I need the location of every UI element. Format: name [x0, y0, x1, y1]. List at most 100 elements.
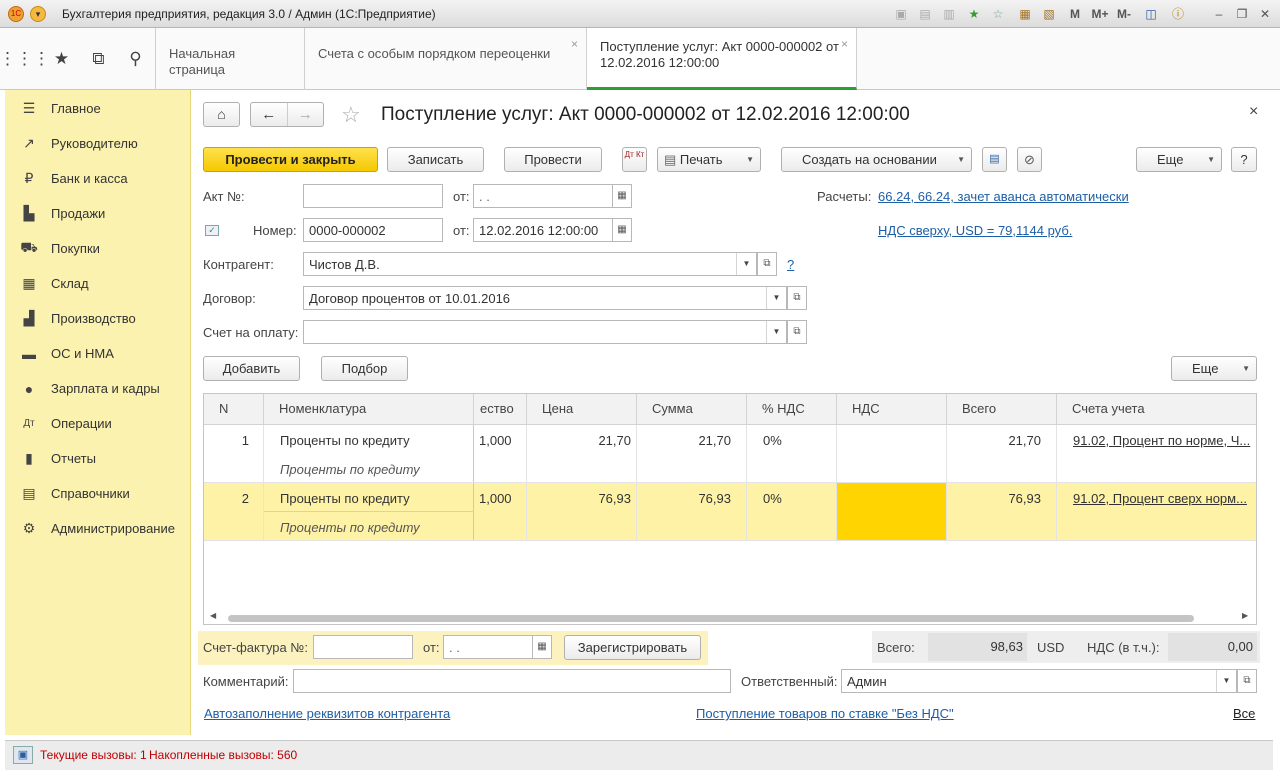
column-header-vat-rate[interactable]: % НДС — [747, 394, 837, 425]
panels-tb-icon[interactable]: ◫ — [1143, 5, 1159, 23]
autofill-link[interactable]: Автозаполнение реквизитов контрагента — [204, 706, 450, 721]
invoice-for-payment-input[interactable]: ▼ — [303, 320, 787, 344]
chevron-down-icon[interactable]: ▼ — [736, 253, 756, 275]
app-menu-icon[interactable]: ▾ — [30, 6, 46, 22]
tab-close-icon[interactable]: × — [571, 36, 578, 52]
info-tb-icon[interactable]: ⓘ — [1170, 5, 1186, 23]
scroll-left-icon[interactable]: ◀ — [210, 611, 216, 620]
1c-logo-icon[interactable]: 1С — [8, 6, 24, 22]
open-responsible-icon[interactable]: ⧉ — [1237, 669, 1257, 693]
sidebar-item-bank[interactable]: ₽ Банк и касса — [5, 161, 191, 196]
search-icon[interactable]: ⚲ — [117, 28, 154, 90]
structure-button[interactable]: ▤ — [982, 147, 1007, 172]
chevron-down-icon[interactable]: ▼ — [1216, 670, 1236, 692]
selection-button[interactable]: Подбор — [321, 356, 408, 381]
favorite-tb-icon[interactable]: ★ — [966, 5, 982, 23]
counterparty-help-link[interactable]: ? — [787, 257, 794, 272]
save-button[interactable]: Записать — [387, 147, 484, 172]
forward-arrow-icon[interactable]: → — [288, 103, 324, 126]
akt-number-input[interactable] — [303, 184, 443, 208]
calendar-icon[interactable]: ▦ — [612, 184, 632, 208]
goods-receipt-link[interactable]: Поступление товаров по ставке "Без НДС" — [696, 706, 954, 721]
sidebar-item-assets[interactable]: ▬ ОС и НМА — [5, 336, 191, 371]
sidebar-item-production[interactable]: ▟ Производство — [5, 301, 191, 336]
column-header-vat[interactable]: НДС — [837, 394, 947, 425]
horizontal-scrollbar[interactable] — [228, 615, 1194, 622]
dt-kt-button[interactable]: Дт Кт — [622, 147, 647, 172]
form-close-icon[interactable]: × — [1249, 103, 1258, 121]
column-header-accounts[interactable]: Счета учета — [1057, 394, 1256, 425]
column-header-quantity[interactable]: ество — [474, 394, 527, 425]
scroll-right-icon[interactable]: ▶ — [1242, 611, 1248, 620]
attachment-button[interactable]: ⊘ — [1017, 147, 1042, 172]
sidebar-item-purchases[interactable]: ⛟ Покупки — [5, 231, 191, 266]
sidebar-item-reports[interactable]: ▮ Отчеты — [5, 441, 191, 476]
home-button[interactable]: ⌂ — [203, 102, 240, 127]
history-icon[interactable]: ⧉ — [80, 28, 117, 90]
restore-button[interactable]: ❐ — [1234, 5, 1250, 23]
chevron-down-icon[interactable]: ▼ — [766, 287, 786, 309]
create-based-on-button[interactable]: Создать на основании ▼ — [781, 147, 972, 172]
post-and-close-button[interactable]: Провести и закрыть — [203, 147, 378, 172]
comment-input[interactable] — [293, 669, 731, 693]
sidebar-item-main[interactable]: ☰ Главное — [5, 91, 191, 126]
tab-home[interactable]: Начальная страница — [155, 28, 305, 90]
sidebar-item-admin[interactable]: ⚙ Администрирование — [5, 511, 191, 546]
responsible-input[interactable]: Админ ▼ — [841, 669, 1237, 693]
sidebar-item-salary[interactable]: ● Зарплата и кадры — [5, 371, 191, 406]
column-header-total[interactable]: Всего — [947, 394, 1057, 425]
cell-accounts-link[interactable]: 91.02, Процент по норме, Ч... — [1073, 433, 1251, 448]
more-button[interactable]: Еще ▼ — [1136, 147, 1222, 172]
invoice-number-input[interactable] — [313, 635, 413, 659]
calendar-icon[interactable]: ▦ — [612, 218, 632, 242]
favorites-star-icon[interactable]: ★ — [43, 28, 80, 90]
favorite-star-icon[interactable]: ☆ — [341, 102, 361, 128]
memory-mminus-button[interactable]: M- — [1114, 5, 1134, 23]
memory-mplus-button[interactable]: M+ — [1090, 5, 1110, 23]
counterparty-input[interactable]: Чистов Д.В. ▼ — [303, 252, 757, 276]
tab-services-receipt[interactable]: Поступление услуг: Акт 0000-000002 от 12… — [587, 28, 857, 90]
add-row-button[interactable]: Добавить — [203, 356, 300, 381]
sidebar-item-sales[interactable]: ▙ Продажи — [5, 196, 191, 231]
help-button[interactable]: ? — [1231, 147, 1257, 172]
vat-rate-link[interactable]: НДС сверху, USD = 79,1144 руб. — [878, 223, 1072, 238]
apps-grid-icon[interactable]: ⋮⋮⋮ — [0, 28, 50, 90]
memory-m-button[interactable]: M — [1068, 5, 1082, 23]
number-input[interactable]: 0000-000002 — [303, 218, 443, 242]
print-tb-icon[interactable]: ▤ — [917, 5, 933, 23]
calculator-tb-icon[interactable]: ▦ — [1017, 5, 1033, 23]
column-header-price[interactable]: Цена — [527, 394, 637, 425]
column-header-nomenclature[interactable]: Номенклатура — [264, 394, 474, 425]
back-arrow-icon[interactable]: ← — [251, 103, 288, 126]
sidebar-item-warehouse[interactable]: ▦ Склад — [5, 266, 191, 301]
invoice-date-input[interactable]: . . — [443, 635, 533, 659]
save-tb-icon[interactable]: ▣ — [893, 5, 909, 23]
table-row[interactable]: 2 Проценты по кредиту Проценты по кредит… — [204, 483, 1256, 540]
chevron-down-icon[interactable]: ▼ — [766, 321, 786, 343]
column-header-n[interactable]: N — [204, 394, 264, 425]
akt-date-input[interactable]: . . — [473, 184, 613, 208]
print-button[interactable]: ▤ Печать ▼ — [657, 147, 761, 172]
calls-monitor-icon[interactable]: ▣ — [13, 746, 33, 764]
open-contract-icon[interactable]: ⧉ — [787, 286, 807, 310]
sidebar-item-catalogs[interactable]: ▤ Справочники — [5, 476, 191, 511]
column-header-sum[interactable]: Сумма — [637, 394, 747, 425]
calendar-tb-icon[interactable]: ▧ — [1041, 5, 1057, 23]
calendar-icon[interactable]: ▦ — [532, 635, 552, 659]
open-counterparty-icon[interactable]: ⧉ — [757, 252, 777, 276]
post-button[interactable]: Провести — [504, 147, 602, 172]
table-row[interactable]: 1 Проценты по кредиту Проценты по кредит… — [204, 425, 1256, 482]
sidebar-item-operations[interactable]: Дт Операции — [5, 406, 191, 441]
number-date-input[interactable]: 12.02.2016 12:00:00 — [473, 218, 613, 242]
contract-input[interactable]: Договор процентов от 10.01.2016 ▼ — [303, 286, 787, 310]
preview-tb-icon[interactable]: ▥ — [941, 5, 957, 23]
open-invoice-icon[interactable]: ⧉ — [787, 320, 807, 344]
sidebar-item-manager[interactable]: ↗ Руководителю — [5, 126, 191, 161]
register-button[interactable]: Зарегистрировать — [564, 635, 701, 660]
tab-revaluation-accounts[interactable]: Счета с особым порядком переоценки × — [305, 28, 587, 90]
all-link[interactable]: Все — [1233, 706, 1255, 721]
table-more-button[interactable]: Еще ▼ — [1171, 356, 1257, 381]
bookmark-tb-icon[interactable]: ☆ — [990, 5, 1006, 23]
raschety-link[interactable]: 66.24, 66.24, зачет аванса автоматически — [878, 189, 1129, 204]
window-close-button[interactable]: ✕ — [1257, 5, 1273, 23]
